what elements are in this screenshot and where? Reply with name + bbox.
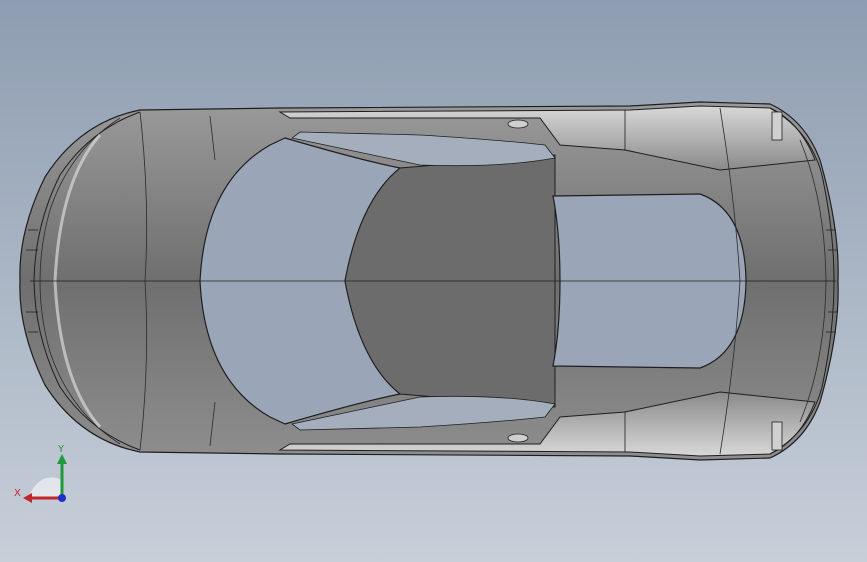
graphics-viewport[interactable]: Y X bbox=[0, 0, 867, 562]
z-axis-dot bbox=[58, 494, 66, 502]
rear-light-top bbox=[771, 111, 783, 141]
y-arrowhead bbox=[57, 454, 67, 464]
rear-light-bottom bbox=[771, 421, 783, 451]
triad-plane bbox=[28, 477, 62, 498]
view-triad[interactable]: Y X bbox=[10, 440, 80, 510]
door-handle-bottom bbox=[507, 433, 529, 443]
y-axis-label: Y bbox=[57, 444, 65, 455]
x-arrowhead bbox=[23, 493, 32, 503]
door-handle-top bbox=[507, 119, 529, 129]
x-axis-label: X bbox=[14, 488, 21, 499]
car-model[interactable] bbox=[0, 0, 867, 562]
